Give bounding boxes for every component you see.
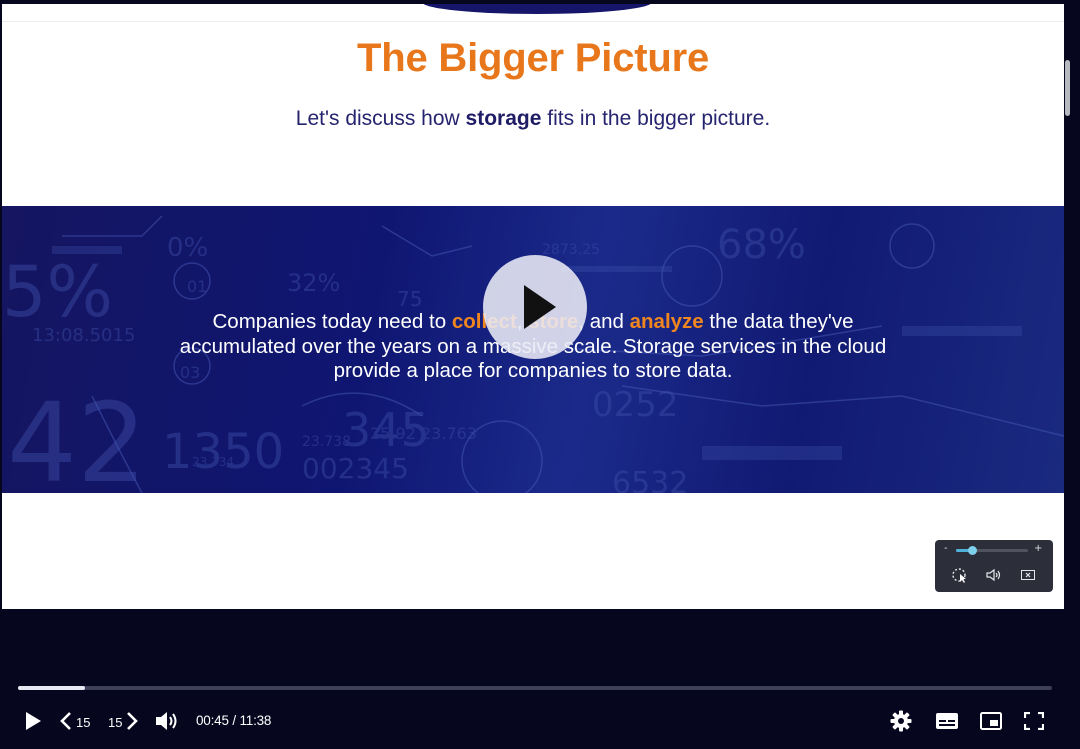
speaker-icon[interactable] bbox=[985, 567, 1003, 583]
slide-subtitle: Let's discuss how storage fits in the bi… bbox=[2, 107, 1064, 131]
chevron-left-icon bbox=[60, 712, 71, 730]
skip-back-label: 15 bbox=[76, 715, 91, 730]
svg-text:0%: 0% bbox=[167, 233, 208, 263]
duration: 11:38 bbox=[239, 713, 272, 728]
mini-volume-knob[interactable] bbox=[967, 546, 977, 555]
captions-icon bbox=[936, 713, 958, 729]
header-divider bbox=[2, 21, 1064, 22]
subtitle-text-pre: Let's discuss how bbox=[295, 107, 466, 130]
mini-controls-widget: - + bbox=[935, 540, 1053, 592]
svg-text:25.92 23.763: 25.92 23.763 bbox=[370, 424, 477, 443]
svg-text:2873.25: 2873.25 bbox=[542, 242, 600, 258]
svg-text:42: 42 bbox=[7, 379, 147, 493]
svg-text:1350: 1350 bbox=[162, 424, 284, 480]
close-icon[interactable] bbox=[1019, 567, 1037, 583]
picture-in-picture-icon bbox=[980, 712, 1002, 730]
chevron-right-icon bbox=[127, 712, 138, 730]
mini-volume-slider[interactable] bbox=[956, 546, 1028, 555]
banner-text-1: Companies today need to bbox=[212, 310, 452, 333]
zoom-in-button[interactable]: + bbox=[1034, 543, 1042, 554]
svg-text:13:08.5015: 13:08.5015 bbox=[32, 325, 135, 346]
volume-icon bbox=[156, 712, 177, 730]
skip-back-button[interactable] bbox=[58, 711, 74, 731]
svg-text:32%: 32% bbox=[287, 269, 340, 297]
zoom-out-button[interactable]: - bbox=[944, 543, 948, 554]
fullscreen-icon bbox=[1024, 712, 1044, 730]
svg-text:23.734: 23.734 bbox=[192, 455, 234, 469]
play-button[interactable] bbox=[23, 711, 43, 731]
settings-button[interactable] bbox=[890, 710, 912, 732]
header-arc bbox=[422, 4, 652, 14]
svg-text:01: 01 bbox=[187, 277, 207, 296]
slide-scrollbar[interactable] bbox=[1065, 60, 1070, 116]
subtitle-keyword: storage bbox=[465, 107, 542, 130]
svg-text:6532: 6532 bbox=[612, 466, 688, 493]
volume-button[interactable] bbox=[155, 710, 179, 732]
subtitle-text-post: fits in the bigger picture. bbox=[541, 107, 771, 130]
seek-bar[interactable] bbox=[18, 686, 1052, 690]
skip-forward-button[interactable] bbox=[124, 711, 140, 731]
svg-text:75: 75 bbox=[397, 287, 422, 311]
time-display: 00:45 / 11:38 bbox=[196, 713, 271, 728]
svg-text:0252: 0252 bbox=[592, 385, 679, 425]
captions-button[interactable] bbox=[935, 712, 959, 730]
play-icon bbox=[26, 712, 41, 730]
picture-in-picture-button[interactable] bbox=[980, 712, 1002, 730]
keyword-analyze: analyze bbox=[629, 310, 704, 333]
cursor-highlight-icon[interactable] bbox=[951, 567, 969, 583]
skip-forward-label: 15 bbox=[108, 715, 123, 730]
svg-text:68%: 68% bbox=[717, 222, 806, 268]
seek-bar-played bbox=[18, 686, 86, 690]
svg-text:5%: 5% bbox=[2, 251, 113, 333]
gear-icon bbox=[890, 710, 912, 732]
fullscreen-button[interactable] bbox=[1024, 712, 1044, 730]
time-separator: / bbox=[228, 713, 240, 728]
current-time: 00:45 bbox=[196, 713, 229, 728]
slide-title: The Bigger Picture bbox=[356, 36, 710, 80]
big-play-button[interactable] bbox=[483, 255, 587, 359]
